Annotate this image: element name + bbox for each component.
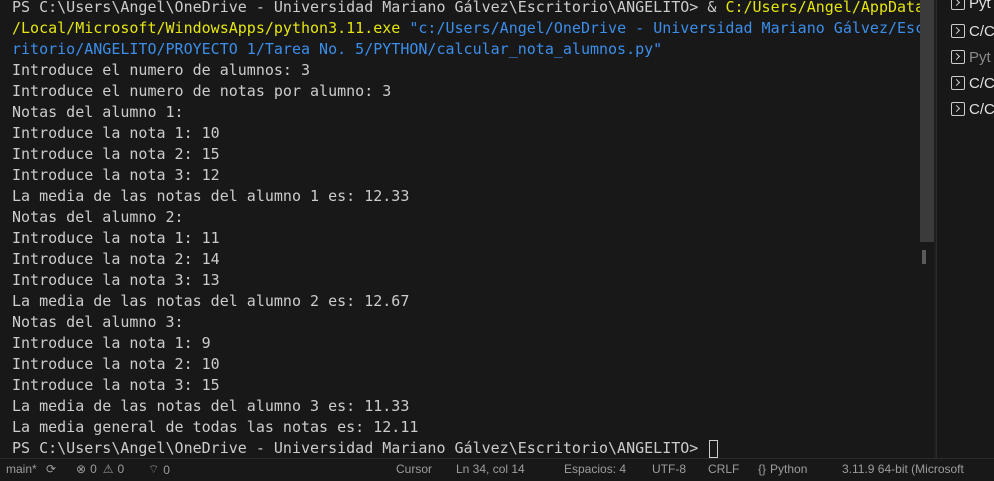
terminal-tab[interactable]: Pyt bbox=[951, 46, 994, 68]
terminal-line: Introduce el numero de notas por alumno:… bbox=[12, 81, 920, 102]
line-col-label: Ln 34, col 14 bbox=[456, 462, 525, 476]
warning-count: 0 bbox=[117, 462, 125, 476]
terminal-line-text: La media de las notas del alumno 1 es: 1… bbox=[12, 187, 410, 205]
terminal-line: PS C:\Users\Angel\OneDrive - Universidad… bbox=[12, 438, 920, 458]
terminal-line-text: Introduce la nota 2: 10 bbox=[12, 355, 220, 373]
terminal-tab-label: C/C bbox=[969, 22, 994, 40]
terminal-line: Introduce la nota 1: 9 bbox=[12, 333, 920, 354]
terminal-panel[interactable]: PS C:\Users\Angel\OneDrive - Universidad… bbox=[0, 0, 920, 458]
eol-label: CRLF bbox=[708, 462, 740, 476]
terminal-tab[interactable]: C/C bbox=[951, 72, 994, 94]
encoding-indicator[interactable]: UTF-8 bbox=[652, 462, 686, 476]
terminal-line-text: La media de las notas del alumno 2 es: 1… bbox=[12, 292, 410, 310]
interpreter-label: 3.11.9 64-bit (Microsoft bbox=[842, 462, 964, 476]
terminal-line: La media general de todas las notas es: … bbox=[12, 417, 920, 438]
terminal-line: /Local/Microsoft/WindowsApps/python3.11.… bbox=[12, 18, 920, 39]
terminal-line: Notas del alumno 2: bbox=[12, 207, 920, 228]
terminal-tab[interactable]: C/C bbox=[951, 20, 994, 42]
terminal-icon bbox=[951, 0, 965, 10]
terminal-tab-label: C/C bbox=[969, 74, 994, 92]
terminal-tab-label: C/C bbox=[969, 100, 994, 118]
status-bar: main* ⟳ ⊗ 0 ⚠ 0 ⌔ 0 Cursor Ln 34, col 14… bbox=[0, 458, 994, 481]
error-count: 0 bbox=[90, 462, 97, 476]
terminal-line: Notas del alumno 1: bbox=[12, 102, 920, 123]
terminal-cursor bbox=[709, 439, 719, 458]
terminal-line: Introduce la nota 1: 11 bbox=[12, 228, 920, 249]
terminal-line-text: Notas del alumno 1: bbox=[12, 103, 184, 121]
terminal-line: Introduce el numero de alumnos: 3 bbox=[12, 60, 920, 81]
terminal-line: Introduce la nota 3: 12 bbox=[12, 165, 920, 186]
terminal-string-arg: ritorio/ANGELITO/PROYECTO 1/Tarea No. 5/… bbox=[12, 40, 663, 58]
terminal-line-text: Introduce el numero de alumnos: 3 bbox=[12, 61, 311, 79]
terminal-line: Introduce la nota 3: 13 bbox=[12, 270, 920, 291]
terminal-scrollbar-thumb[interactable] bbox=[920, 0, 934, 242]
terminal-line-text: Introduce el numero de notas por alumno:… bbox=[12, 82, 392, 100]
language-indicator[interactable]: {} Python bbox=[758, 462, 807, 476]
terminal-command-path: C:/Users/Angel/AppData bbox=[725, 0, 920, 16]
terminal-icon bbox=[951, 76, 965, 90]
encoding-label: UTF-8 bbox=[652, 462, 686, 476]
terminal-line-text: Introduce la nota 3: 15 bbox=[12, 376, 220, 394]
terminal-line-text: La media general de todas las notas es: … bbox=[12, 418, 419, 436]
sync-icon: ⟳ bbox=[46, 462, 57, 476]
terminal-line-text: Introduce la nota 1: 9 bbox=[12, 334, 211, 352]
terminal-line: Introduce la nota 2: 10 bbox=[12, 354, 920, 375]
terminal-command-path: /Local/Microsoft/WindowsApps/python3.11.… bbox=[12, 19, 401, 37]
terminal-tabs-list: Pyt C/C Pyt C/C C/C bbox=[937, 0, 994, 458]
terminal-tab-label: Pyt bbox=[969, 0, 991, 12]
terminal-line: Introduce la nota 3: 15 bbox=[12, 375, 920, 396]
terminal-line-text: Introduce la nota 1: 10 bbox=[12, 124, 220, 142]
terminal-line-text: Introduce la nota 3: 13 bbox=[12, 271, 220, 289]
cursor-indicator[interactable]: Cursor bbox=[396, 462, 432, 476]
cursor-label: Cursor bbox=[396, 462, 433, 476]
terminal-line: Introduce la nota 1: 10 bbox=[12, 123, 920, 144]
terminal-line-text: PS C:\Users\Angel\OneDrive - Universidad… bbox=[12, 0, 726, 16]
eol-indicator[interactable]: CRLF bbox=[708, 462, 739, 476]
terminal-line-text: Introduce la nota 1: 11 bbox=[12, 229, 220, 247]
terminal-string-arg: "c:/Users/Angel/OneDrive - Universidad M… bbox=[400, 19, 920, 37]
terminal-icon bbox=[951, 50, 965, 64]
ports-indicator[interactable]: ⌔ 0 bbox=[148, 462, 170, 477]
terminal-tab-label: Pyt bbox=[969, 48, 991, 66]
ports-count: 0 bbox=[163, 462, 170, 477]
terminal-line-text: Introduce la nota 2: 15 bbox=[12, 145, 220, 163]
terminal-tab[interactable]: Pyt bbox=[951, 0, 994, 14]
terminal-line-text: Introduce la nota 2: 14 bbox=[12, 250, 220, 268]
warning-icon: ⚠ bbox=[102, 462, 114, 476]
terminal-icon bbox=[951, 102, 965, 116]
terminal-line: La media de las notas del alumno 3 es: 1… bbox=[12, 396, 920, 417]
broadcast-icon: ⌔ bbox=[148, 462, 160, 476]
terminal-line: La media de las notas del alumno 2 es: 1… bbox=[12, 291, 920, 312]
braces-icon: {} bbox=[758, 462, 767, 476]
language-label: Python bbox=[770, 462, 808, 476]
terminal-line: Introduce la nota 2: 15 bbox=[12, 144, 920, 165]
error-icon: ⊗ bbox=[76, 462, 87, 476]
terminal-line-text: La media de las notas del alumno 3 es: 1… bbox=[12, 397, 410, 415]
terminal-tab[interactable]: C/C bbox=[951, 98, 994, 120]
terminal-line-text: Notas del alumno 2: bbox=[12, 208, 184, 226]
terminal-line-text: PS C:\Users\Angel\OneDrive - Universidad… bbox=[12, 439, 708, 457]
terminal-line-text: Notas del alumno 3: bbox=[12, 313, 184, 331]
terminal-icon bbox=[951, 24, 965, 38]
terminal-line-text: Introduce la nota 3: 12 bbox=[12, 166, 220, 184]
sync-button[interactable]: ⟳ bbox=[46, 462, 60, 476]
scrollbar-marker bbox=[922, 250, 926, 264]
terminal-line: Introduce la nota 2: 14 bbox=[12, 249, 920, 270]
line-col-indicator[interactable]: Ln 34, col 14 bbox=[456, 462, 525, 476]
terminal-output[interactable]: PS C:\Users\Angel\OneDrive - Universidad… bbox=[12, 0, 920, 458]
indentation-indicator[interactable]: Espacios: 4 bbox=[564, 462, 626, 476]
problems-indicator[interactable]: ⊗ 0 ⚠ 0 bbox=[76, 462, 124, 476]
terminal-line: Notas del alumno 3: bbox=[12, 312, 920, 333]
terminal-line: PS C:\Users\Angel\OneDrive - Universidad… bbox=[12, 0, 920, 18]
branch-label: main* bbox=[6, 462, 37, 476]
interpreter-indicator[interactable]: 3.11.9 64-bit (Microsoft bbox=[842, 462, 964, 476]
indentation-label: Espacios: 4 bbox=[564, 462, 627, 476]
terminal-line: La media de las notas del alumno 1 es: 1… bbox=[12, 186, 920, 207]
branch-indicator[interactable]: main* bbox=[6, 462, 37, 476]
terminal-line: ritorio/ANGELITO/PROYECTO 1/Tarea No. 5/… bbox=[12, 39, 920, 60]
